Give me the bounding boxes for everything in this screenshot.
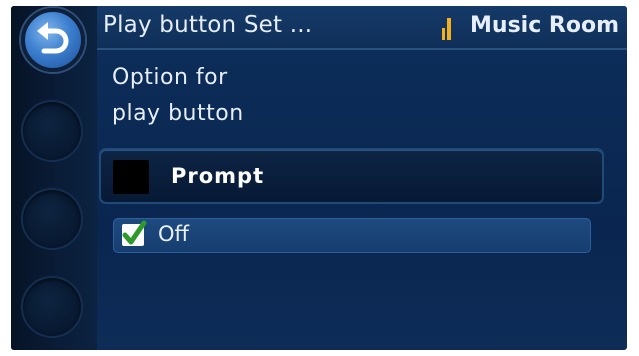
soft-button-3[interactable]	[21, 188, 83, 250]
option-off-label: Off	[158, 222, 189, 246]
page-title: Play button Set ...	[103, 12, 313, 38]
option-prompt[interactable]: Prompt	[99, 148, 604, 204]
option-prompt-label: Prompt	[171, 164, 265, 188]
back-button[interactable]	[21, 8, 85, 72]
soft-button-4[interactable]	[21, 276, 83, 338]
option-off[interactable]: Off	[113, 218, 591, 253]
left-button-rail	[11, 6, 97, 350]
title-bar: Play button Set ... Music Room	[97, 6, 627, 50]
room-name: Music Room	[470, 13, 619, 38]
question-line-2: play button	[112, 101, 244, 126]
signal-strength-icon	[442, 18, 452, 40]
question-text: Option for play button	[112, 60, 412, 132]
signal-bar-high	[447, 18, 451, 40]
checkmark-icon	[122, 220, 147, 245]
back-arrow-icon	[37, 22, 69, 54]
off-checkbox[interactable]	[122, 220, 147, 246]
question-line-1: Option for	[112, 65, 228, 90]
signal-bar-low	[442, 28, 445, 40]
soft-button-2[interactable]	[21, 100, 83, 162]
prompt-checkbox[interactable]	[113, 160, 149, 194]
